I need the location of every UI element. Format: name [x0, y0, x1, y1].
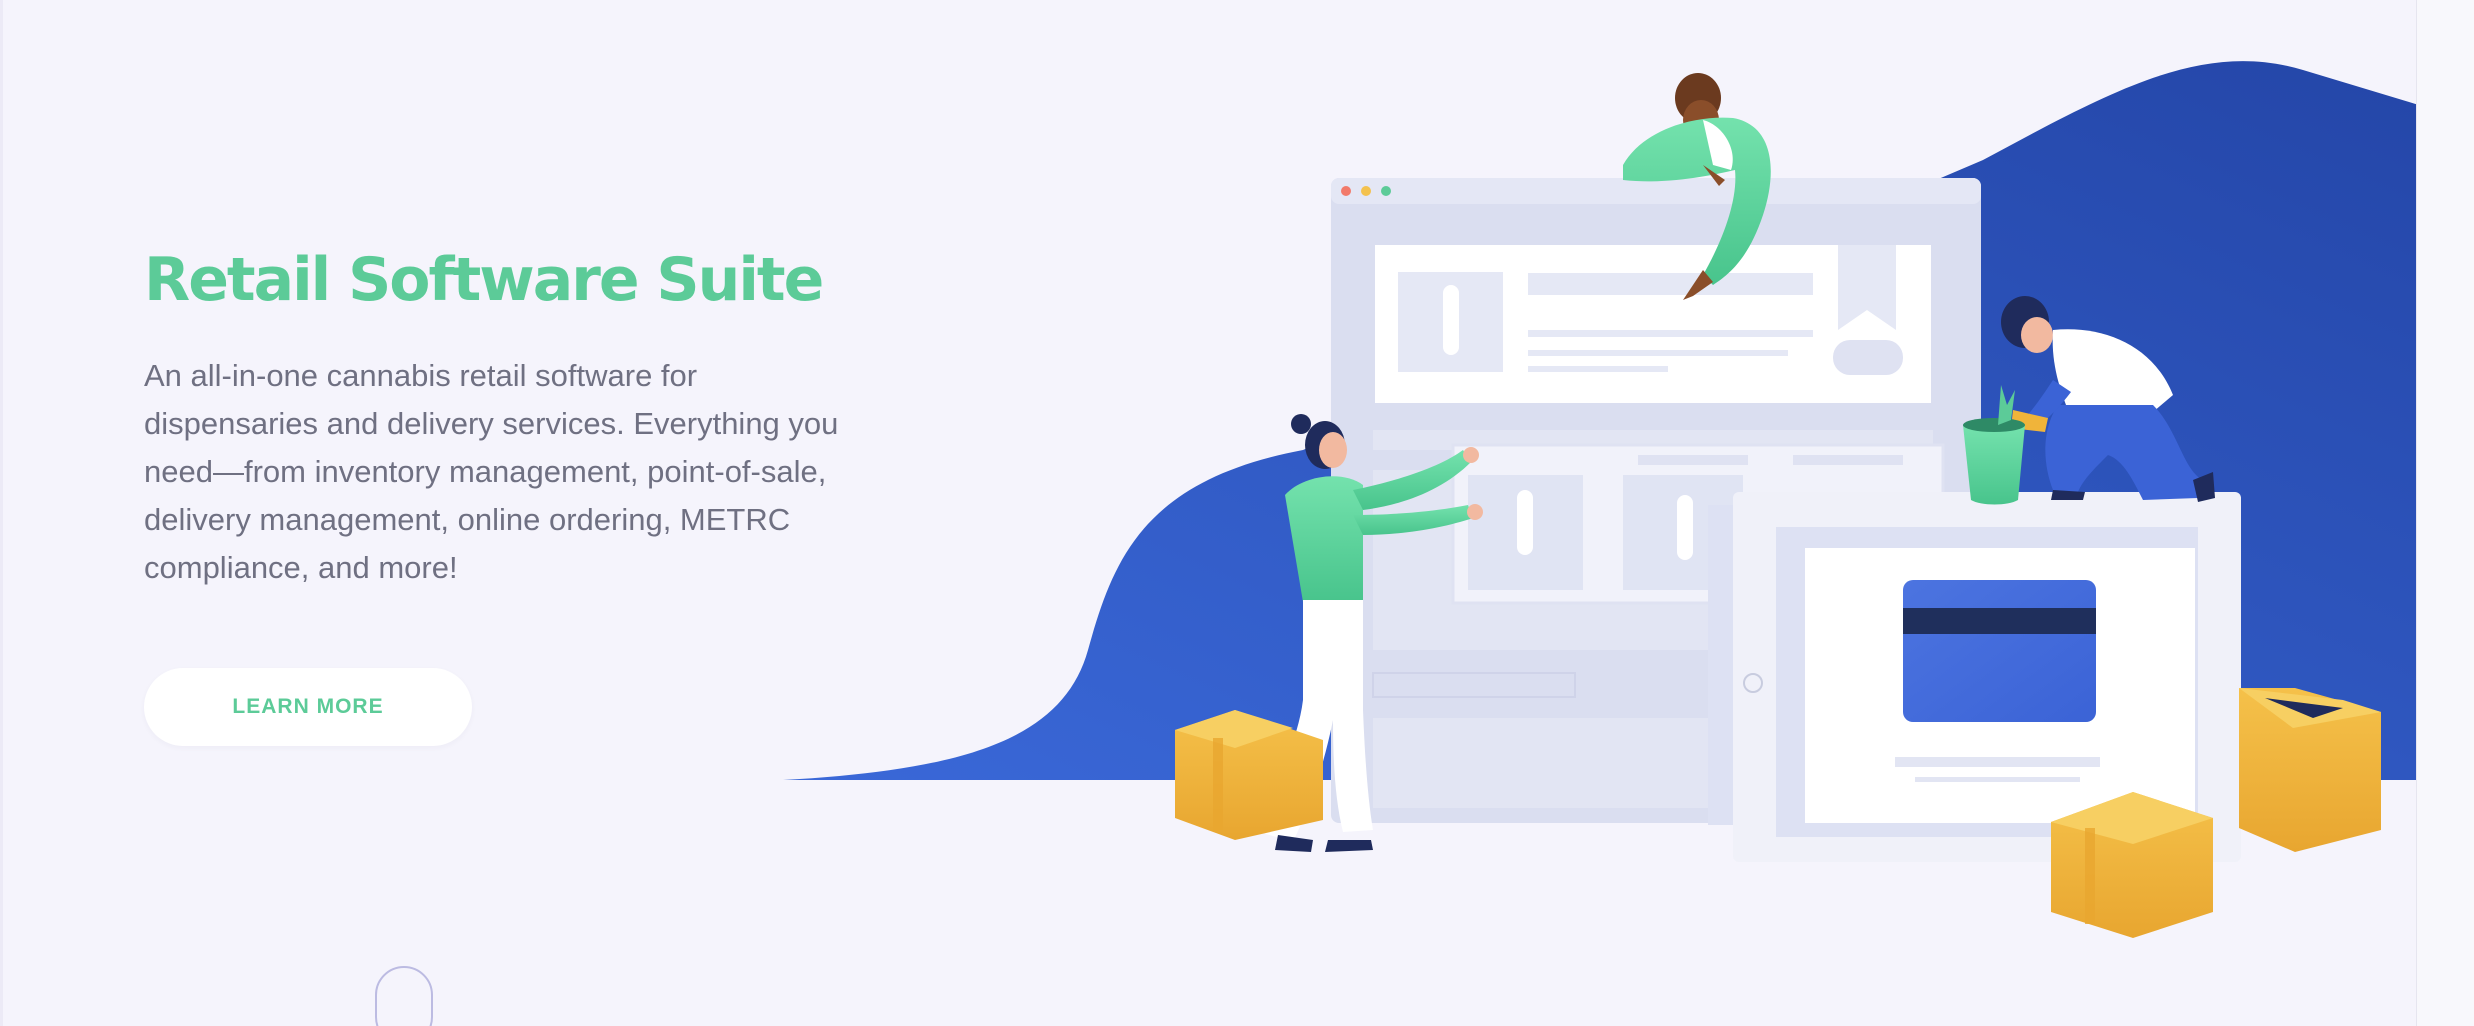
- hero-illustration: [783, 61, 2416, 938]
- page-title: Retail Software Suite: [144, 245, 824, 315]
- scroll-indicator-icon[interactable]: [375, 966, 433, 1026]
- cardboard-box-icon: [2051, 792, 2213, 938]
- cardboard-box-icon: [2239, 688, 2381, 852]
- hero-description: An all-in-one cannabis retail software f…: [144, 358, 839, 585]
- credit-card-icon: [1903, 580, 2096, 722]
- hero-section: Retail Software Suite An all-in-one cann…: [0, 0, 2416, 1026]
- scrollbar-track[interactable]: [2416, 0, 2474, 1026]
- learn-more-button[interactable]: LEARN MORE: [144, 668, 472, 746]
